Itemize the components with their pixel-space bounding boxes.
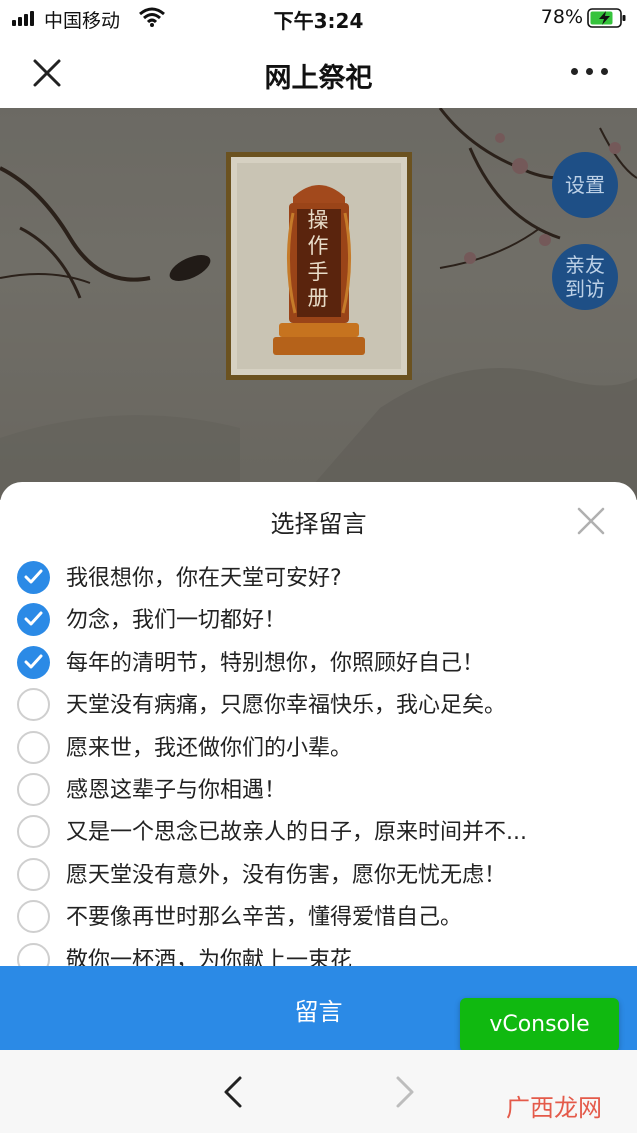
- visit-label-line2: 到访: [565, 277, 605, 301]
- checked-circle-icon[interactable]: [17, 603, 50, 636]
- unchecked-circle-icon[interactable]: [17, 688, 50, 721]
- message-option-text: 每年的清明节，特别想你，你照顾好自己！: [66, 651, 485, 676]
- message-option[interactable]: 敬你一杯酒，为你献上一束花: [0, 940, 637, 966]
- message-option[interactable]: 感恩这辈子与你相遇！: [0, 770, 637, 812]
- unchecked-circle-icon[interactable]: [17, 943, 50, 966]
- vconsole-button[interactable]: vConsole: [460, 998, 619, 1052]
- battery-percent: 78%: [540, 6, 583, 28]
- message-option[interactable]: 每年的清明节，特别想你，你照顾好自己！: [0, 643, 637, 685]
- message-option[interactable]: 我很想你，你在天堂可安好?: [0, 558, 637, 600]
- message-option-text: 不要像再世时那么辛苦，懂得爱惜自己。: [66, 905, 463, 930]
- unchecked-circle-icon[interactable]: [17, 900, 50, 933]
- watermark-logo: 广西龙网: [506, 1094, 602, 1122]
- tablet-label: 操作手册: [307, 208, 329, 310]
- tablet-panel: 操作手册: [231, 157, 407, 375]
- message-option-text: 愿来世，我还做你们的小辈。: [66, 736, 353, 761]
- checked-circle-icon[interactable]: [17, 646, 50, 679]
- nav-bar: 网上祭祀: [0, 36, 637, 108]
- message-option-text: 天堂没有病痛，只愿你幸福快乐，我心足矣。: [66, 693, 507, 718]
- page-title: 网上祭祀: [264, 63, 373, 94]
- visit-label-line1: 亲友: [565, 253, 605, 277]
- back-icon[interactable]: [220, 1074, 246, 1110]
- battery-charging-icon: [587, 8, 626, 28]
- message-option[interactable]: 天堂没有病痛，只愿你幸福快乐，我心足矣。: [0, 685, 637, 727]
- unchecked-circle-icon[interactable]: [17, 858, 50, 891]
- checked-circle-icon[interactable]: [17, 561, 50, 594]
- message-option[interactable]: 又是一个思念已故亲人的日子，原来时间并不...: [0, 812, 637, 854]
- memorial-tablet-frame[interactable]: 操作手册: [226, 152, 412, 380]
- forward-icon[interactable]: [392, 1074, 418, 1110]
- message-option-text: 感恩这辈子与你相遇！: [66, 778, 287, 803]
- message-option[interactable]: 愿来世，我还做你们的小辈。: [0, 728, 637, 770]
- message-option-text: 我很想你，你在天堂可安好?: [66, 566, 342, 591]
- message-option[interactable]: 勿念，我们一切都好！: [0, 600, 637, 642]
- settings-button-label: 设置: [565, 173, 605, 197]
- message-option-text: 勿念，我们一切都好！: [66, 608, 287, 633]
- message-select-sheet: 选择留言 我很想你，你在天堂可安好? 勿念，我们一切都好！ 每年的清明节，特别想你，…: [0, 482, 637, 966]
- browser-toolbar: 广西龙网: [0, 1050, 637, 1133]
- memorial-scene: 操作手册 设置 亲友 到访: [0, 108, 637, 500]
- message-option[interactable]: 不要像再世时那么辛苦，懂得爱惜自己。: [0, 897, 637, 939]
- relatives-visit-button[interactable]: 亲友 到访: [552, 244, 618, 310]
- unchecked-circle-icon[interactable]: [17, 815, 50, 848]
- message-option-text: 敬你一杯酒，为你献上一束花: [66, 948, 353, 966]
- more-icon[interactable]: [571, 66, 609, 78]
- unchecked-circle-icon[interactable]: [17, 773, 50, 806]
- sheet-close-icon[interactable]: [576, 506, 606, 536]
- status-bar: 中国移动 下午3:24 78%: [0, 0, 637, 36]
- unchecked-circle-icon[interactable]: [17, 731, 50, 764]
- message-option-text: 愿天堂没有意外，没有伤害，愿你无忧无虑！: [66, 863, 507, 888]
- sheet-title: 选择留言: [270, 510, 367, 538]
- message-option[interactable]: 愿天堂没有意外，没有伤害，愿你无忧无虑！: [0, 855, 637, 897]
- settings-button[interactable]: 设置: [552, 152, 618, 218]
- message-option-text: 又是一个思念已故亲人的日子，原来时间并不...: [66, 820, 527, 845]
